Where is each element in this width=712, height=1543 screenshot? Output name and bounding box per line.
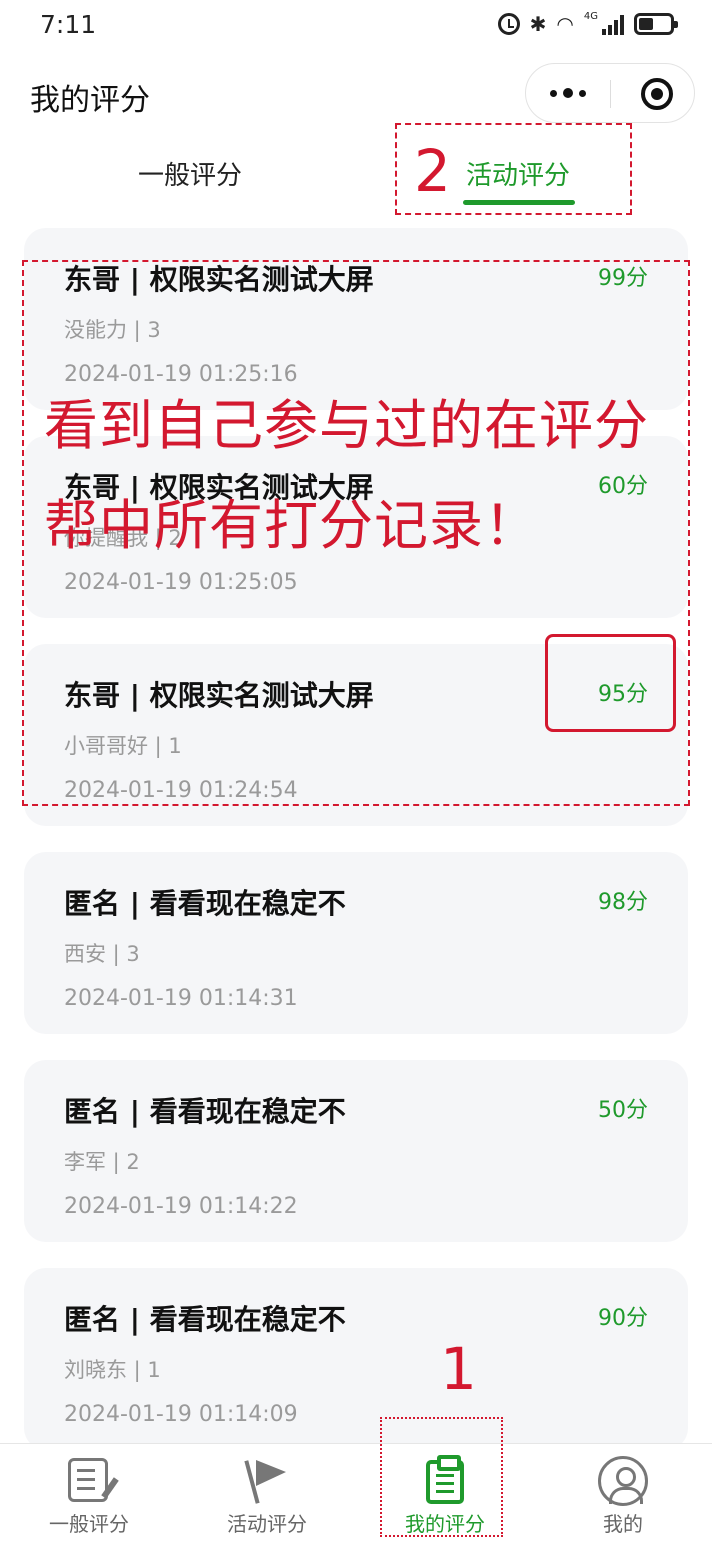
record-score: 90分 [598, 1306, 648, 1331]
record-card[interactable]: 匿名 | 看看现在稳定不 98分 西安 | 3 2024-01-19 01:14… [24, 852, 688, 1034]
record-title: 匿名 | 看看现在稳定不 [64, 887, 346, 920]
tabbar-label: 活动评分 [227, 1512, 307, 1536]
alarm-icon [497, 13, 520, 35]
more-icon[interactable] [526, 64, 610, 122]
record-card[interactable]: 匿名 | 看看现在稳定不 90分 刘晓东 | 1 2024-01-19 01:1… [24, 1268, 688, 1450]
bottom-tab-bar: 一般评分 活动评分 我的评分 我的 [0, 1443, 712, 1543]
record-card[interactable]: 匿名 | 看看现在稳定不 50分 李军 | 2 2024-01-19 01:14… [24, 1060, 688, 1242]
tabbar-item-activity-rating[interactable]: 活动评分 [178, 1444, 356, 1543]
annotation-note-line-2: 帮中所有打分记录！ [44, 494, 539, 557]
signal-icon [602, 13, 624, 35]
annotation-tabbar-highlight [380, 1417, 503, 1537]
tabbar-item-mine[interactable]: 我的 [534, 1444, 712, 1543]
tab-general-rating[interactable]: 一般评分 [138, 155, 242, 192]
wifi-icon: ◠ [556, 12, 574, 36]
annotation-score-highlight [545, 634, 676, 732]
network-type-label: 4G [583, 10, 598, 22]
record-participant: 李军 | 2 [64, 1150, 140, 1174]
status-time: 7:11 [40, 10, 97, 39]
battery-icon [634, 13, 678, 35]
record-participant: 西安 | 3 [64, 942, 140, 966]
close-miniprogram-icon[interactable] [641, 78, 673, 110]
user-icon [598, 1456, 648, 1506]
record-time: 2024-01-19 01:14:09 [64, 1402, 298, 1427]
capsule-divider [610, 80, 611, 108]
status-bar: 7:11 ✱ ◠ 4G [0, 0, 712, 50]
miniprogram-capsule [525, 63, 695, 123]
record-title: 匿名 | 看看现在稳定不 [64, 1303, 346, 1336]
record-time: 2024-01-19 01:14:22 [64, 1194, 298, 1219]
tabbar-item-general-rating[interactable]: 一般评分 [0, 1444, 178, 1543]
page-title: 我的评分 [30, 83, 150, 118]
record-time: 2024-01-19 01:14:31 [64, 986, 298, 1011]
annotation-step-1: 1 [440, 1335, 477, 1403]
flag-icon [242, 1456, 292, 1506]
annotation-note-line-1: 看到自己参与过的在评分 [44, 394, 649, 457]
status-icons: ✱ ◠ 4G [497, 10, 678, 36]
record-score: 50分 [598, 1098, 648, 1123]
record-participant: 刘晓东 | 1 [64, 1358, 161, 1382]
edit-note-icon [68, 1458, 108, 1502]
bluetooth-icon: ✱ [529, 12, 547, 36]
tabbar-label: 一般评分 [49, 1512, 129, 1536]
nav-bar: 我的评分 [0, 60, 712, 130]
tabbar-label: 我的 [603, 1512, 643, 1536]
annotation-step-2: 2 [414, 137, 451, 205]
record-score: 98分 [598, 890, 648, 915]
record-title: 匿名 | 看看现在稳定不 [64, 1095, 346, 1128]
